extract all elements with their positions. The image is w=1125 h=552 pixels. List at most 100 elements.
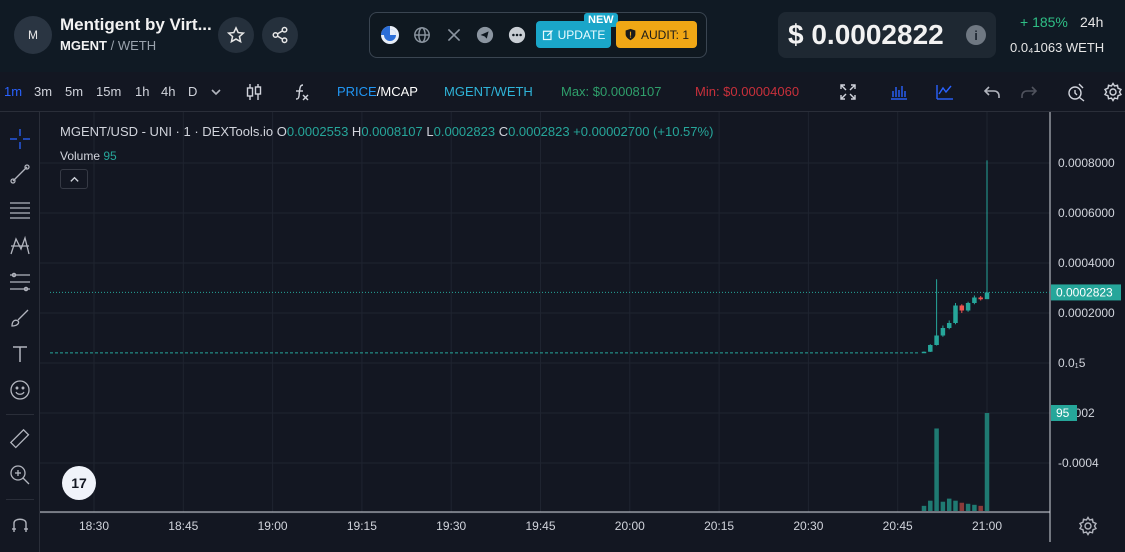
audit-button[interactable]: AUDIT: 1 — [616, 21, 697, 48]
globe-icon[interactable] — [412, 25, 432, 45]
x-twitter-icon[interactable] — [444, 25, 464, 45]
ohlc-legend: MGENT/USD - UNI · 1 · DEXTools.io O0.000… — [60, 124, 713, 139]
settings-icon[interactable] — [1102, 81, 1124, 103]
timeframe-d[interactable]: D — [188, 84, 197, 99]
volume-bar — [978, 505, 983, 511]
price-axis-label: 0.0006000 — [1058, 206, 1115, 220]
time-axis-label: 20:00 — [615, 519, 645, 533]
candle-body — [965, 303, 971, 311]
undo-icon[interactable] — [981, 81, 1003, 103]
info-icon[interactable]: i — [966, 25, 986, 45]
fib-icon[interactable] — [8, 270, 32, 294]
candle-body — [946, 323, 952, 328]
redo-icon[interactable] — [1018, 81, 1040, 103]
price-mcap-toggle[interactable]: PRICE/MCAP — [337, 84, 418, 99]
magnet-icon[interactable] — [8, 512, 32, 536]
token-name: Mentigent by Virt... — [60, 15, 212, 34]
horizontal-lines-icon[interactable] — [8, 198, 32, 222]
token-header: M Mentigent by Virt... MGENT / WETH UPDA… — [0, 0, 1125, 72]
change-period: 24h — [1080, 14, 1104, 30]
candle-body — [959, 305, 965, 311]
collapse-legend-button[interactable] — [60, 169, 88, 189]
max-price: Max: $0.0008107 — [561, 84, 662, 99]
timeframe-5m[interactable]: 5m — [65, 84, 83, 99]
candle-body — [940, 328, 946, 336]
legend-l-label: L — [426, 124, 434, 139]
indicators-icon[interactable] — [290, 81, 312, 103]
legend-change: +0.00002700 (+10.57%) — [573, 124, 714, 139]
volume-bar — [953, 500, 958, 511]
time-axis-label: 21:00 — [972, 519, 1002, 533]
current-price-label: 0.0002823 — [1056, 285, 1113, 299]
pair-toggle[interactable]: MGENT/WETH — [444, 84, 533, 99]
legend-c-label: C — [498, 124, 509, 139]
min-price: Min: $0.00004060 — [695, 84, 800, 99]
new-badge: NEW — [584, 13, 618, 27]
brush-icon[interactable] — [8, 306, 32, 330]
update-label: UPDATE — [557, 27, 606, 42]
star-icon — [227, 26, 245, 44]
edit-icon — [542, 29, 553, 40]
crosshair-icon[interactable] — [8, 127, 32, 151]
time-axis-label: 19:30 — [436, 519, 466, 533]
time-axis-label: 20:15 — [704, 519, 734, 533]
trend-line-icon[interactable] — [8, 162, 32, 186]
chart-toolbar: 1m 3m 5m 15m 1h 4h D PRICE/MCAP MGENT/WE… — [0, 72, 1125, 112]
candle-body — [921, 351, 927, 354]
time-axis-label: 18:45 — [168, 519, 198, 533]
volume-legend: Volume 95 — [60, 149, 117, 163]
price-chart[interactable]: 18:30 18:45 19:00 19:15 19:30 19:45 20:00 20:15… — [40, 112, 1125, 552]
candle-body — [928, 345, 933, 352]
base-symbol: MGENT — [60, 38, 107, 53]
legend-o-label: O — [276, 124, 287, 139]
ruler-icon[interactable] — [8, 427, 32, 451]
pattern-icon[interactable] — [8, 234, 32, 258]
legend-o-value: 0.0002553 — [286, 124, 349, 139]
timeframe-4h[interactable]: 4h — [161, 84, 175, 99]
chart-type-line-icon[interactable] — [934, 81, 956, 103]
volume-bar — [928, 500, 933, 511]
token-avatar: M — [14, 16, 52, 54]
timeframe-1h[interactable]: 1h — [135, 84, 149, 99]
timeframe-1m[interactable]: 1m — [4, 84, 22, 99]
price-axis-label: 0.0004000 — [1058, 256, 1115, 270]
time-axis-label: 19:45 — [525, 519, 555, 533]
weth-price: 0.0₄1063 WETH — [1010, 40, 1105, 55]
share-button[interactable] — [262, 17, 298, 53]
legend-symbol: MGENT/USD - UNI · 1 · DEXTools.io — [60, 124, 274, 139]
legend-h-label: H — [351, 124, 362, 139]
text-tool-icon[interactable] — [8, 342, 32, 366]
legend-l-value: 0.0002823 — [433, 124, 496, 139]
time-axis-label: 19:15 — [347, 519, 377, 533]
volume-bar — [972, 504, 977, 511]
zoom-in-icon[interactable] — [8, 463, 32, 487]
telegram-icon[interactable] — [475, 25, 495, 45]
quote-symbol: WETH — [117, 38, 157, 53]
more-icon[interactable] — [507, 25, 527, 45]
timeframe-15m[interactable]: 15m — [96, 84, 121, 99]
price-axis-label: 0.0002000 — [1058, 306, 1115, 320]
price-axis-label: 0.0008000 — [1058, 156, 1115, 170]
time-axis-label: 20:30 — [793, 519, 823, 533]
volume-label: Volume — [60, 149, 101, 163]
timeframe-3m[interactable]: 3m — [34, 84, 52, 99]
toolbar-divider — [6, 499, 34, 500]
tradingview-logo[interactable]: 17 — [62, 466, 96, 500]
toolbar-divider — [6, 414, 34, 415]
shield-icon — [625, 28, 636, 41]
volume-bar — [940, 501, 946, 511]
emoji-icon[interactable] — [8, 378, 32, 402]
time-axis-label: 18:30 — [79, 519, 109, 533]
screenshot-icon[interactable] — [1065, 81, 1087, 103]
favorite-button[interactable] — [218, 17, 254, 53]
legend-h-value: 0.0008107 — [361, 124, 423, 139]
volume-axis-label: -0.0004 — [1058, 456, 1099, 470]
mcap-toggle-label: MCAP — [380, 84, 418, 99]
legend-c-value: 0.0002823 — [508, 124, 570, 139]
axis-settings-icon[interactable] — [1078, 516, 1100, 538]
timeframe-dropdown-icon[interactable] — [205, 81, 227, 103]
chart-type-area-icon[interactable] — [888, 81, 910, 103]
candles-icon[interactable] — [243, 81, 265, 103]
chain-icon[interactable] — [380, 25, 400, 45]
fullscreen-icon[interactable] — [837, 81, 859, 103]
